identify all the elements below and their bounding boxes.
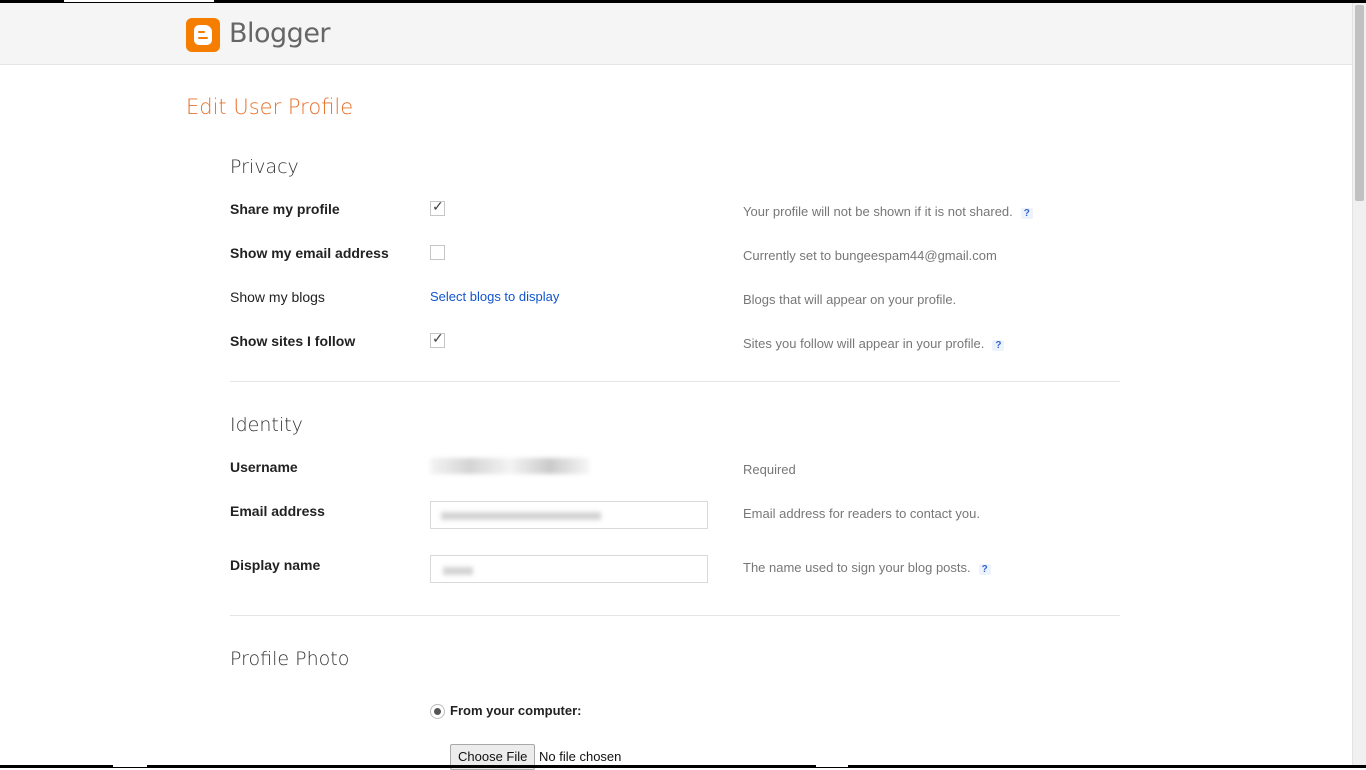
blogger-logo-icon[interactable]	[186, 18, 220, 52]
share-profile-help: Your profile will not be shown if it is …	[743, 204, 1033, 219]
display-name-help: The name used to sign your blog posts.?	[743, 560, 991, 575]
identity-section-title: Identity	[230, 414, 303, 436]
checkmark-icon: ✓	[432, 198, 444, 214]
select-blogs-link[interactable]: Select blogs to display	[430, 289, 559, 304]
scrollbar-thumb[interactable]	[1355, 5, 1364, 201]
profile-photo-section-title: Profile Photo	[230, 648, 350, 670]
show-email-label: Show my email address	[230, 245, 389, 261]
email-field[interactable]	[430, 501, 708, 529]
page-title: Edit User Profile	[186, 95, 354, 119]
show-blogs-label: Show my blogs	[230, 289, 325, 305]
help-question-icon[interactable]: ?	[978, 564, 991, 575]
username-label: Username	[230, 459, 298, 475]
username-value	[430, 458, 590, 474]
share-profile-label: Share my profile	[230, 201, 340, 217]
file-status-text: No file chosen	[539, 749, 622, 764]
email-label: Email address	[230, 503, 325, 519]
show-email-help: Currently set to bungeespam44@gmail.com	[743, 248, 997, 263]
from-computer-label[interactable]: From your computer:	[450, 703, 581, 718]
share-profile-checkbox[interactable]: ✓	[430, 198, 445, 216]
vertical-scrollbar[interactable]	[1352, 3, 1366, 765]
section-divider	[230, 381, 1120, 382]
display-name-field[interactable]	[430, 555, 708, 583]
header-bar: Blogger	[0, 3, 1352, 65]
checkmark-icon: ✓	[432, 330, 444, 346]
show-email-checkbox[interactable]	[430, 245, 445, 260]
show-sites-checkbox[interactable]: ✓	[430, 330, 445, 348]
app-name[interactable]: Blogger	[229, 18, 331, 49]
show-sites-help: Sites you follow will appear in your pro…	[743, 336, 1005, 351]
display-name-label: Display name	[230, 557, 321, 573]
help-question-icon[interactable]: ?	[992, 340, 1005, 351]
privacy-section-title: Privacy	[230, 156, 299, 178]
help-question-icon[interactable]: ?	[1020, 208, 1033, 219]
section-divider	[230, 615, 1120, 616]
show-sites-label: Show sites I follow	[230, 333, 356, 349]
email-help: Email address for readers to contact you…	[743, 506, 981, 521]
show-blogs-help: Blogs that will appear on your profile.	[743, 292, 957, 307]
username-help: Required	[743, 462, 796, 477]
from-computer-radio[interactable]	[430, 704, 445, 719]
